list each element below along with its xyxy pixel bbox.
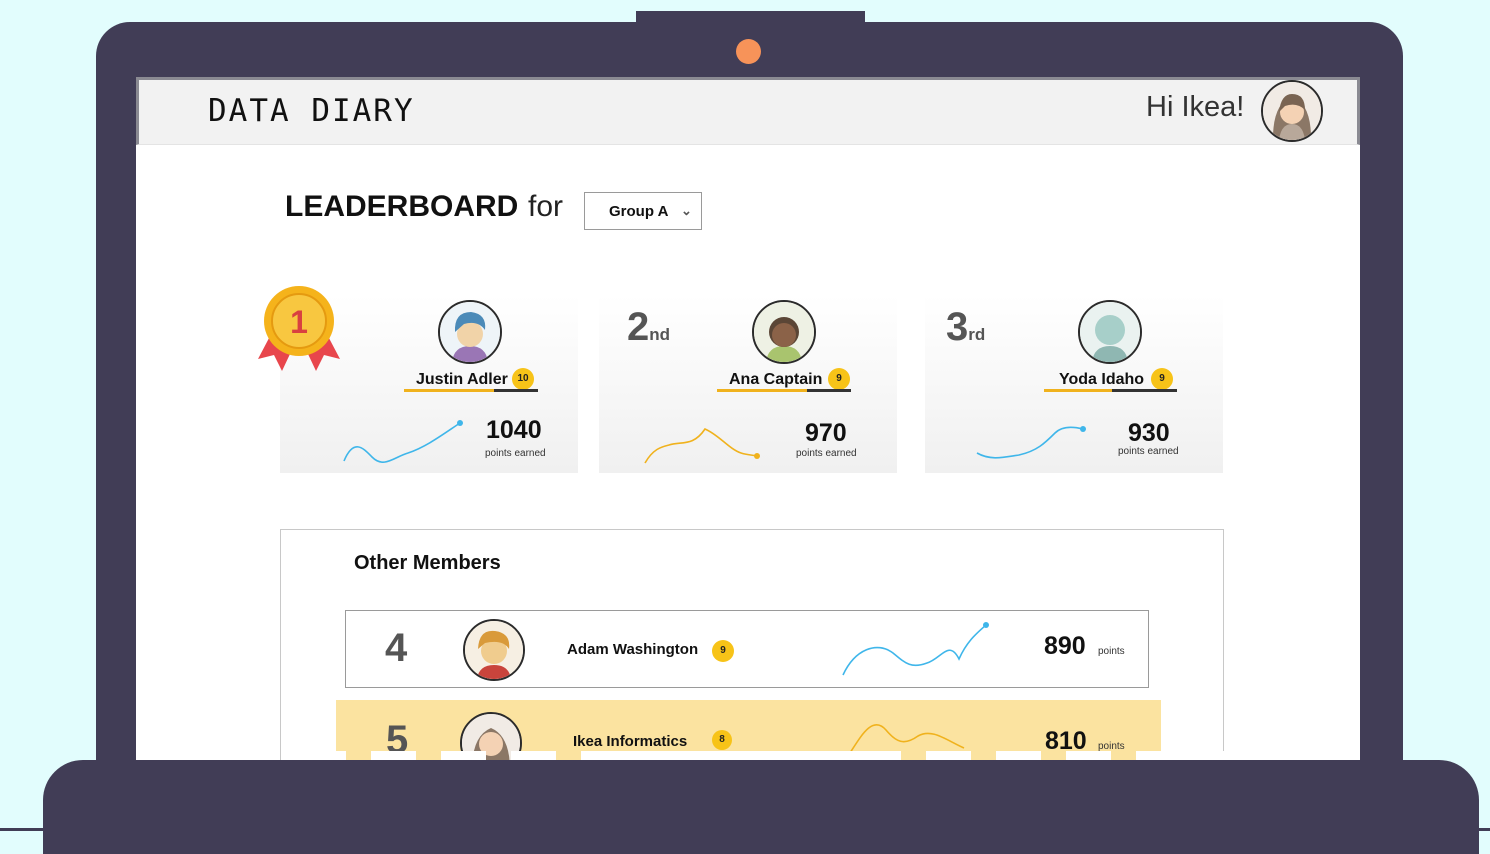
trend-sparkline bbox=[842, 622, 989, 676]
trend-sparkline bbox=[976, 426, 1086, 459]
keyboard-key bbox=[926, 751, 971, 760]
rank-number: 2 bbox=[627, 305, 650, 349]
member-points: 890 bbox=[1044, 632, 1086, 660]
level-badge: 9 bbox=[712, 640, 734, 662]
points-value: 970 bbox=[805, 419, 847, 447]
level-badge: 10 bbox=[512, 368, 534, 390]
keyboard-key bbox=[441, 751, 486, 760]
rank-suffix: rd bbox=[968, 325, 986, 344]
leaderboard-title: LEADERBOARD bbox=[285, 190, 519, 223]
member-name: Ikea Informatics bbox=[573, 733, 688, 750]
keyboard-spacebar bbox=[581, 751, 901, 760]
keyboard-key bbox=[996, 751, 1041, 760]
rank-suffix: nd bbox=[649, 325, 671, 344]
name-underline bbox=[717, 389, 807, 392]
level-badge: 8 bbox=[712, 730, 732, 750]
points-unit: points bbox=[1098, 646, 1125, 657]
trend-point bbox=[754, 453, 760, 459]
keyboard-key bbox=[511, 751, 556, 760]
avatar-ana-captain bbox=[752, 300, 816, 364]
app-brand[interactable]: DATA DIARY bbox=[208, 93, 415, 129]
points-label: points earned bbox=[1118, 446, 1179, 457]
leaderboard-for-label: for bbox=[528, 190, 564, 223]
avatar-yoda-idaho bbox=[1078, 300, 1142, 364]
name-underline bbox=[494, 389, 538, 392]
user-avatar[interactable] bbox=[1261, 80, 1323, 142]
trend-point bbox=[457, 420, 463, 426]
rank-label: 2nd bbox=[627, 305, 670, 350]
user-greeting: Hi Ikea! bbox=[1146, 91, 1245, 123]
member-row[interactable]: 4 Adam Washington 9 890 points bbox=[345, 610, 1149, 688]
trend-line bbox=[976, 426, 1084, 459]
laptop-base bbox=[43, 760, 1479, 854]
trend-line bbox=[842, 624, 987, 676]
rank-number: 3 bbox=[946, 305, 969, 349]
keyboard-key bbox=[301, 751, 346, 760]
trend-line bbox=[644, 428, 758, 464]
name-underline bbox=[404, 389, 494, 392]
keyboard-key bbox=[1276, 751, 1318, 760]
chevron-down-icon: ⌄ bbox=[681, 203, 692, 218]
trend-point bbox=[1080, 426, 1086, 432]
keyboard-key bbox=[1136, 751, 1181, 760]
keyboard-key bbox=[161, 751, 206, 760]
podium-card-2[interactable]: 2nd Ana Captain 9 970 points earned bbox=[599, 295, 897, 473]
group-select[interactable]: Group A ⌄ bbox=[584, 192, 702, 230]
trend-sparkline bbox=[644, 428, 760, 464]
other-members-title: Other Members bbox=[354, 552, 501, 574]
podium-name: Ana Captain bbox=[729, 371, 823, 388]
level-badge: 9 bbox=[828, 368, 850, 390]
keyboard-key bbox=[231, 751, 276, 760]
trend-sparkline bbox=[343, 420, 463, 463]
points-label: points earned bbox=[796, 448, 857, 459]
points-value: 930 bbox=[1128, 419, 1170, 447]
keyboard-key bbox=[1066, 751, 1111, 760]
points-label: points earned bbox=[485, 448, 546, 459]
trend-line bbox=[343, 422, 461, 463]
webcam bbox=[736, 39, 761, 64]
name-underline bbox=[1044, 389, 1112, 392]
first-place-medal-icon: 1 bbox=[258, 286, 340, 371]
name-underline bbox=[1112, 389, 1177, 392]
name-underline bbox=[807, 389, 851, 392]
podium-name: Justin Adler bbox=[416, 371, 508, 388]
medal-rank-text: 1 bbox=[290, 304, 308, 340]
level-badge: 9 bbox=[1151, 368, 1173, 390]
points-value: 1040 bbox=[486, 416, 542, 444]
rank-label: 3rd bbox=[946, 305, 985, 350]
podium-name: Yoda Idaho bbox=[1059, 371, 1145, 388]
member-name: Adam Washington bbox=[567, 641, 699, 658]
keyboard-key bbox=[1206, 751, 1251, 760]
screen: DATA DIARY Hi Ikea! LEADERBOARD for Grou… bbox=[136, 77, 1360, 777]
avatar-justin-adler bbox=[438, 300, 502, 364]
group-select-value: Group A bbox=[609, 203, 669, 220]
podium-card-3[interactable]: 3rd Yoda Idaho 9 930 points earned bbox=[925, 295, 1223, 473]
member-rank: 4 bbox=[385, 626, 408, 670]
avatar-adam-washington bbox=[463, 619, 525, 681]
trend-point bbox=[983, 622, 989, 628]
keyboard-key bbox=[371, 751, 416, 760]
